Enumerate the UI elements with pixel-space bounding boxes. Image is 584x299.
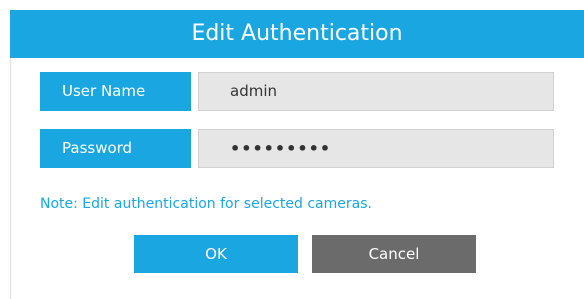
password-field[interactable]: ••••••••• [198, 129, 554, 168]
password-label: Password [40, 129, 191, 168]
username-label: User Name [40, 72, 191, 111]
username-field[interactable]: admin [198, 72, 554, 111]
ok-button[interactable]: OK [134, 235, 298, 273]
dialog-left-border [10, 58, 11, 299]
dialog-title: Edit Authentication [191, 21, 403, 46]
edit-authentication-dialog: Edit Authentication User Name admin Pass… [0, 0, 584, 299]
cancel-button[interactable]: Cancel [312, 235, 476, 273]
dialog-titlebar: Edit Authentication [10, 10, 584, 58]
note-text: Note: Edit authentication for selected c… [40, 196, 372, 212]
